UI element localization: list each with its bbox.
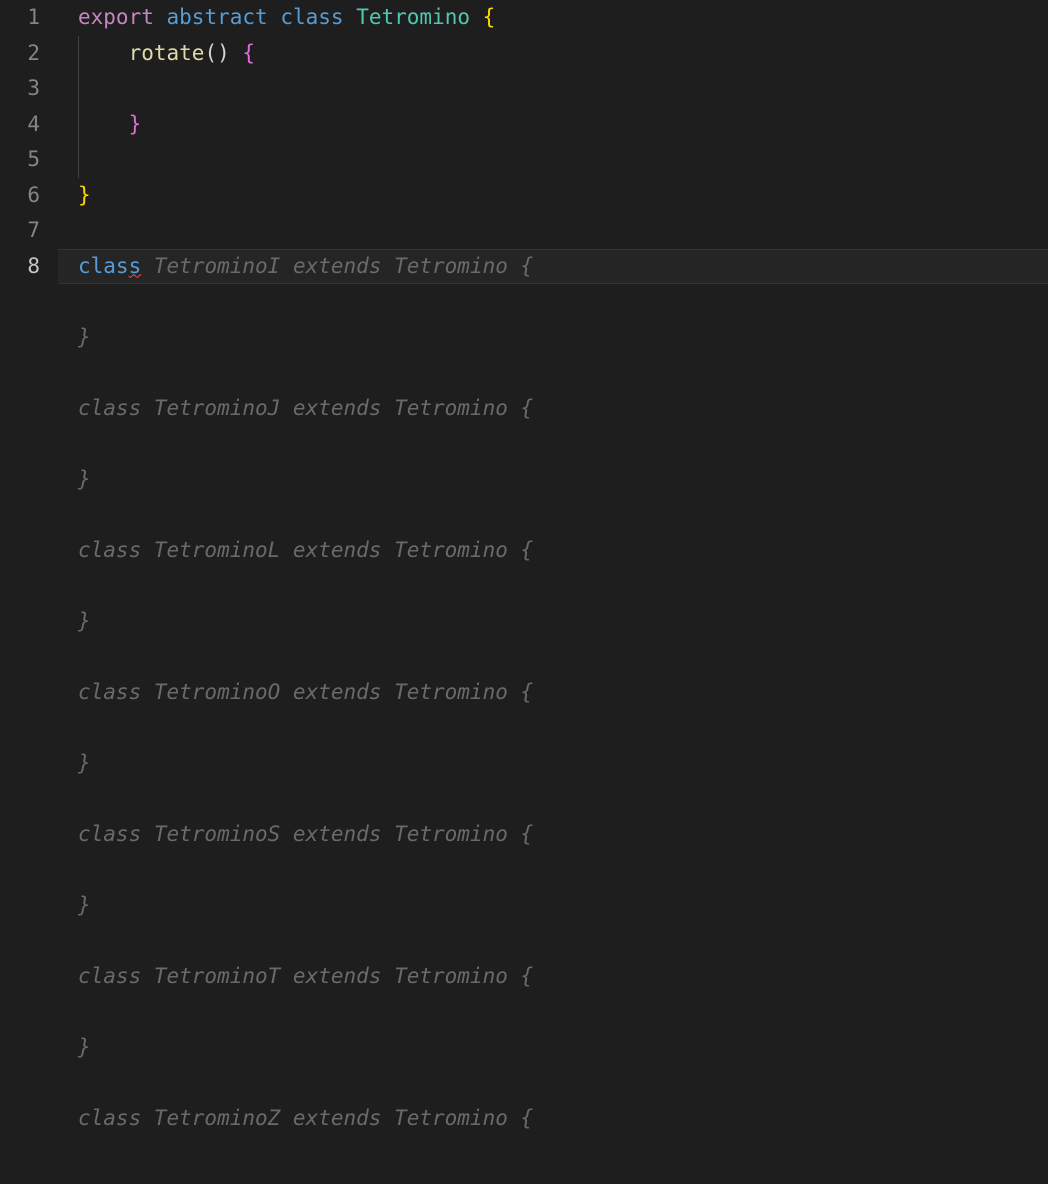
ghost-line: class TetrominoS extends Tetromino { [78, 817, 1048, 853]
method-name: rotate [129, 41, 205, 65]
ghost-line [78, 852, 1048, 888]
ghost-line [78, 355, 1048, 391]
brace-open: { [242, 41, 255, 65]
keyword-abstract: abstract [167, 5, 268, 29]
line-number-gutter: 1 2 3 4 5 6 7 8 [0, 0, 58, 1184]
ghost-line [78, 284, 1048, 320]
ghost-line: class TetrominoJ extends Tetromino { [78, 391, 1048, 427]
line-number: 7 [0, 213, 58, 249]
brace-close: } [78, 183, 91, 207]
code-line[interactable]: } [78, 178, 1048, 214]
code-line[interactable]: } [78, 107, 1048, 143]
ghost-line [78, 426, 1048, 462]
keyword-class: class [280, 5, 343, 29]
line-number: 6 [0, 178, 58, 214]
classname: Tetromino [356, 5, 470, 29]
line-number: 5 [0, 142, 58, 178]
line-number: 2 [0, 36, 58, 72]
ghost-line [78, 923, 1048, 959]
ghost-line: } [78, 604, 1048, 640]
ghost-line: } [78, 746, 1048, 782]
keyword-export: export [78, 5, 154, 29]
brace-open: { [483, 5, 496, 29]
ghost-suggestion: TetrominoI extends Tetromino { [141, 254, 533, 278]
ghost-line: } [78, 462, 1048, 498]
line-number: 1 [0, 0, 58, 36]
ghost-line: class TetrominoT extends Tetromino { [78, 959, 1048, 995]
ghost-line [78, 710, 1048, 746]
ghost-line: } [78, 888, 1048, 924]
ghost-line [78, 1065, 1048, 1101]
code-line[interactable]: export abstract class Tetromino { [78, 0, 1048, 36]
ghost-line [78, 568, 1048, 604]
ghost-line [78, 781, 1048, 817]
brace-close: } [129, 112, 142, 136]
code-line[interactable] [78, 142, 1048, 178]
code-line[interactable]: rotate() { [78, 36, 1048, 72]
code-area[interactable]: export abstract class Tetromino { rotate… [58, 0, 1048, 1184]
ghost-line [78, 639, 1048, 675]
ghost-line [78, 497, 1048, 533]
ghost-line [78, 994, 1048, 1030]
ghost-line: } [78, 320, 1048, 356]
code-editor[interactable]: 1 2 3 4 5 6 7 8 export abstract class Te… [0, 0, 1048, 1184]
parens: () [204, 41, 229, 65]
ghost-line: class TetrominoL extends Tetromino { [78, 533, 1048, 569]
line-number: 3 [0, 71, 58, 107]
ghost-line: class TetrominoZ extends Tetromino { [78, 1101, 1048, 1137]
error-squiggle: s [129, 254, 142, 278]
line-number: 4 [0, 107, 58, 143]
code-line[interactable] [78, 71, 1048, 107]
code-line-current[interactable]: class TetrominoI extends Tetromino { [58, 249, 1048, 285]
ghost-line: } [78, 1030, 1048, 1066]
line-number: 8 [0, 249, 58, 285]
ghost-line: class TetrominoO extends Tetromino { [78, 675, 1048, 711]
typed-class-keyword: class [78, 254, 141, 278]
code-line[interactable] [78, 213, 1048, 249]
